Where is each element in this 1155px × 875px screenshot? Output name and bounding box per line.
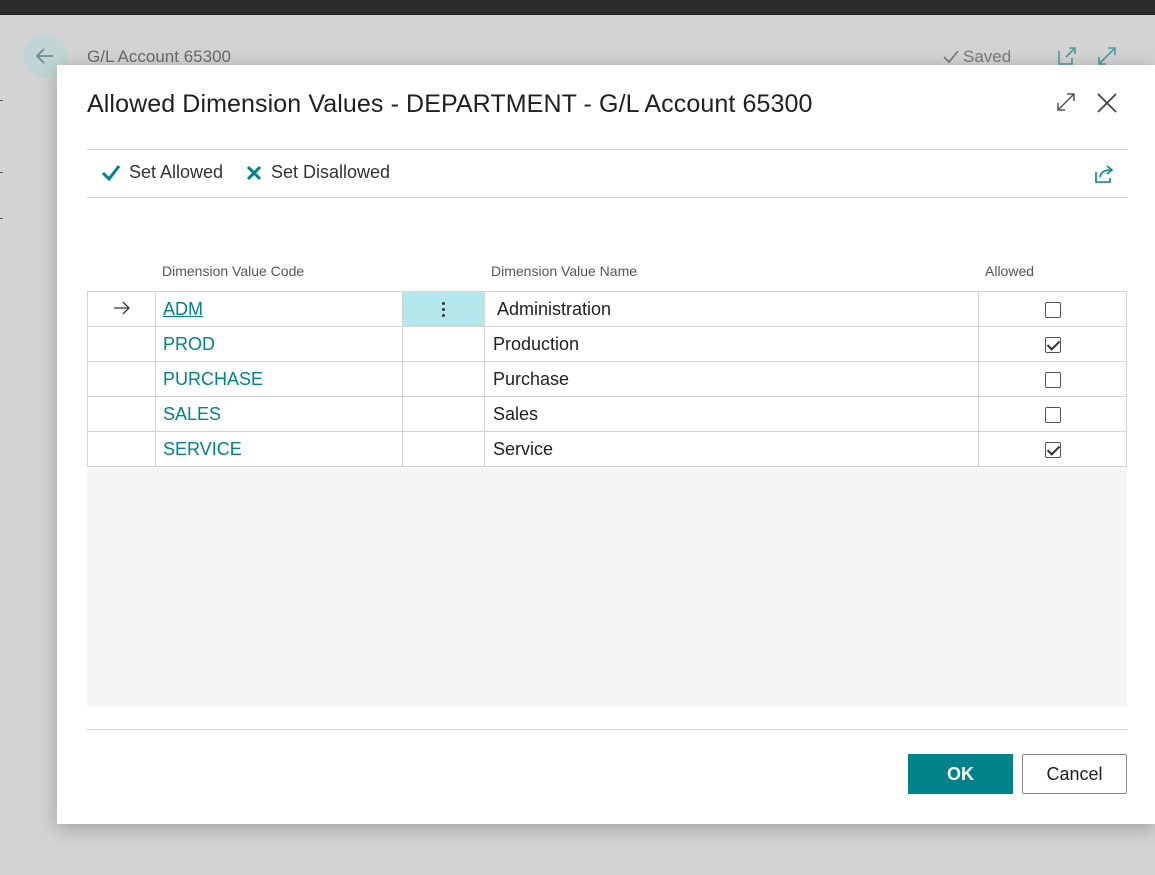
row-actions-cell[interactable]	[402, 326, 485, 362]
background-edge-mark	[0, 100, 3, 101]
divider	[87, 149, 1127, 150]
row-actions-cell[interactable]	[402, 431, 485, 467]
dialog-title: Allowed Dimension Values - DEPARTMENT - …	[87, 90, 813, 118]
x-icon	[246, 165, 262, 180]
check-icon	[101, 164, 121, 181]
table-row[interactable]: ADM Administration	[87, 291, 1127, 327]
background-edge-mark	[0, 218, 3, 219]
set-disallowed-button[interactable]: Set Disallowed	[245, 162, 390, 183]
row-arrow-icon	[113, 301, 130, 314]
dimension-value-code-cell[interactable]: SALES	[155, 396, 403, 432]
dimension-value-code-cell[interactable]: PROD	[155, 326, 403, 362]
dimension-value-code-cell[interactable]: ADM	[155, 291, 403, 327]
set-disallowed-label: Set Disallowed	[271, 162, 391, 182]
table-row[interactable]: SERVICE Service	[87, 431, 1127, 467]
background-page-title: G/L Account 65300	[87, 47, 231, 66]
divider	[87, 197, 1127, 198]
saved-label: Saved	[963, 47, 1012, 66]
dimension-value-code-link[interactable]: SERVICE	[163, 439, 242, 459]
divider	[87, 729, 1127, 730]
background-edge-mark	[0, 172, 3, 173]
dimension-value-code-link[interactable]: PROD	[163, 334, 215, 354]
column-header-code[interactable]: Dimension Value Code	[162, 263, 304, 279]
allowed-cell[interactable]	[978, 291, 1127, 327]
column-header-name[interactable]: Dimension Value Name	[491, 263, 637, 279]
back-arrow-icon	[35, 48, 53, 64]
share-icon[interactable]	[1093, 163, 1115, 185]
allowed-cell[interactable]	[978, 431, 1127, 467]
checkmark-icon	[943, 50, 959, 64]
dimension-value-code-link[interactable]: SALES	[163, 404, 221, 424]
expand-icon[interactable]	[1096, 45, 1118, 67]
dimension-value-code-cell[interactable]: SERVICE	[155, 431, 403, 467]
table-row[interactable]: SALES Sales	[87, 396, 1127, 432]
allowed-checkbox[interactable]	[1044, 406, 1061, 423]
dimension-value-name-cell[interactable]: Service	[484, 431, 979, 467]
ok-button[interactable]: OK	[908, 754, 1013, 794]
cancel-button[interactable]: Cancel	[1022, 754, 1127, 794]
open-new-window-icon[interactable]	[1056, 45, 1078, 67]
table-row[interactable]: PURCHASE Purchase	[87, 361, 1127, 397]
dimension-value-code-cell[interactable]: PURCHASE	[155, 361, 403, 397]
dimension-values-table: ADM Administration PROD Production PURCH…	[87, 291, 1127, 467]
set-allowed-button[interactable]: Set Allowed	[101, 162, 223, 183]
allowed-checkbox[interactable]	[1044, 336, 1061, 353]
column-header-allowed[interactable]: Allowed	[985, 263, 1034, 279]
more-options-icon[interactable]	[442, 302, 445, 318]
expand-icon[interactable]	[1055, 91, 1077, 113]
row-indicator	[87, 361, 156, 397]
row-actions-cell[interactable]	[402, 396, 485, 432]
top-bar	[0, 0, 1155, 15]
allowed-cell[interactable]	[978, 326, 1127, 362]
row-actions-cell[interactable]	[402, 361, 485, 397]
allowed-cell[interactable]	[978, 361, 1127, 397]
set-allowed-label: Set Allowed	[129, 162, 224, 182]
dimension-value-name-cell[interactable]: Administration	[484, 291, 979, 327]
row-indicator	[87, 291, 156, 327]
allowed-checkbox[interactable]	[1044, 441, 1061, 458]
close-icon[interactable]	[1095, 91, 1119, 115]
dimension-value-name-cell[interactable]: Purchase	[484, 361, 979, 397]
allowed-checkbox[interactable]	[1044, 301, 1061, 318]
dimension-value-name-cell[interactable]: Production	[484, 326, 979, 362]
allowed-dimension-values-dialog: Allowed Dimension Values - DEPARTMENT - …	[57, 65, 1155, 824]
row-indicator	[87, 396, 156, 432]
allowed-cell[interactable]	[978, 396, 1127, 432]
allowed-checkbox[interactable]	[1044, 371, 1061, 388]
dimension-value-code-link[interactable]: PURCHASE	[163, 369, 263, 389]
saved-status: Saved	[942, 47, 1011, 67]
row-actions-cell[interactable]	[402, 291, 485, 327]
table-row[interactable]: PROD Production	[87, 326, 1127, 362]
row-indicator	[87, 326, 156, 362]
row-indicator	[87, 431, 156, 467]
dimension-value-name-cell[interactable]: Sales	[484, 396, 979, 432]
dimension-value-code-link[interactable]: ADM	[163, 299, 203, 319]
